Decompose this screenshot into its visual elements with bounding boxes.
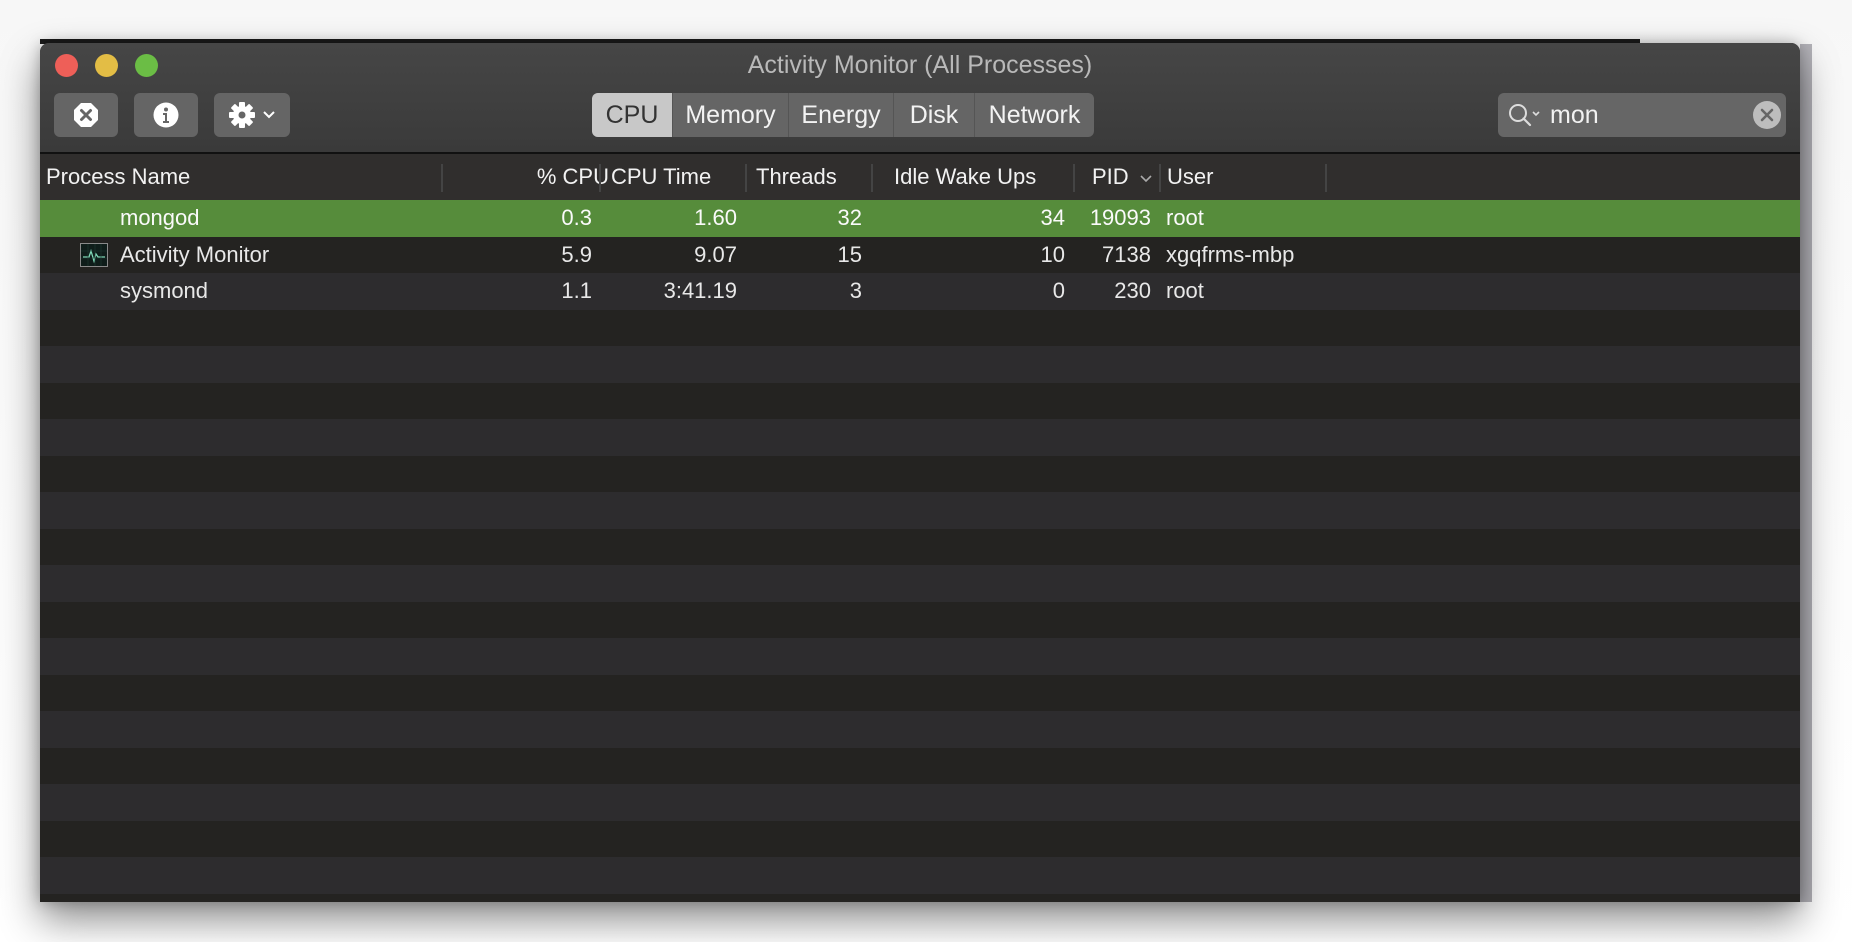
info-button[interactable] (134, 93, 198, 137)
table-row[interactable]: sysmond 1.1 3:41.19 3 0 230 root (40, 273, 1800, 310)
cell-user: root (1166, 205, 1204, 230)
column-divider[interactable] (1159, 164, 1161, 192)
column-divider[interactable] (599, 164, 601, 192)
toolbar: Activity Monitor (All Processes) CPU Mem… (40, 43, 1800, 154)
empty-row (40, 601, 1800, 638)
cell-cpu: 1.1 (561, 278, 592, 303)
empty-row (40, 528, 1800, 565)
cell-cpu: 5.9 (561, 241, 592, 267)
tab-cpu[interactable]: CPU (592, 93, 672, 137)
empty-row (40, 820, 1800, 857)
search-icon (1509, 104, 1540, 127)
empty-row (40, 893, 1800, 902)
cell-name: mongod (120, 205, 200, 230)
empty-row (40, 674, 1800, 711)
tab-network[interactable]: Network (974, 93, 1094, 137)
stop-process-button[interactable] (54, 93, 118, 137)
cell-idle-wake-ups: 10 (1040, 241, 1065, 267)
sort-descending-icon (1140, 175, 1152, 183)
table-row[interactable]: Activity Monitor 5.9 9.07 15 10 7138 xgqfrms-m… (40, 236, 1800, 273)
cell-cpu: 0.3 (561, 205, 592, 230)
column-header-user[interactable]: User (1167, 154, 1213, 200)
empty-row (40, 382, 1800, 419)
cell-name: sysmond (120, 278, 209, 303)
cell-cpu-time: 3:41.19 (663, 278, 737, 303)
column-divider[interactable] (745, 164, 747, 192)
tab-disk[interactable]: Disk (893, 93, 974, 137)
view-options-button[interactable] (214, 93, 290, 137)
cell-idle-wake-ups: 34 (1040, 205, 1065, 230)
empty-row (40, 565, 1800, 602)
background-window-edge (1800, 44, 1812, 902)
column-header-cpu-time[interactable]: CPU Time (611, 154, 711, 200)
cell-pid: 19093 (1089, 205, 1151, 230)
activity-monitor-window: Activity Monitor (All Processes) CPU Mem… (40, 43, 1800, 902)
tab-memory[interactable]: Memory (672, 93, 788, 137)
cell-cpu-time: 9.07 (694, 241, 737, 267)
gear-icon (229, 102, 255, 128)
table-header: Process Name % CPU CPU Time Threads Idle… (40, 154, 1800, 202)
search-field (1498, 93, 1786, 137)
column-header-process-name[interactable]: Process Name (46, 154, 190, 200)
cell-threads: 15 (837, 241, 862, 267)
view-tabs: CPU Memory Energy Disk Network (592, 93, 1094, 137)
activity-monitor-icon (80, 242, 108, 267)
close-icon (1760, 108, 1774, 122)
cell-threads: 3 (849, 278, 862, 303)
empty-row (40, 419, 1800, 456)
column-header-cpu[interactable]: % CPU (443, 154, 609, 200)
tab-energy[interactable]: Energy (788, 93, 893, 137)
empty-row (40, 309, 1800, 346)
column-divider[interactable] (1325, 164, 1327, 192)
empty-row (40, 492, 1800, 529)
table-row[interactable]: mongod 0.3 1.60 32 34 19093 root (40, 200, 1800, 237)
column-divider[interactable] (871, 164, 873, 192)
empty-row (40, 455, 1800, 492)
cell-threads: 32 (837, 205, 862, 230)
info-icon (153, 102, 179, 128)
search-input[interactable] (1550, 97, 1730, 133)
chevron-down-icon (263, 111, 275, 119)
empty-row (40, 747, 1800, 784)
empty-row (40, 346, 1800, 383)
column-divider[interactable] (1073, 164, 1075, 192)
column-header-pid-label: PID (1092, 164, 1129, 189)
empty-row (40, 784, 1800, 821)
process-table: mongod 0.3 1.60 32 34 19093 root Activity Monit… (40, 200, 1800, 902)
cell-pid: 7138 (1102, 241, 1151, 267)
cell-user: root (1166, 278, 1204, 303)
window-title: Activity Monitor (All Processes) (747, 51, 1093, 79)
cell-name: Activity Monitor (120, 241, 270, 267)
cell-cpu-time: 1.60 (694, 205, 737, 230)
stop-octagon-icon (74, 103, 98, 127)
cell-user: xgqfrms-mbp (1166, 241, 1295, 267)
clear-search-button[interactable] (1753, 101, 1781, 129)
empty-row (40, 638, 1800, 675)
column-header-idle-wake-ups[interactable]: Idle Wake Ups (894, 154, 1036, 200)
cell-idle-wake-ups: 0 (1052, 278, 1065, 303)
empty-row (40, 711, 1800, 748)
cell-pid: 230 (1114, 278, 1151, 303)
empty-row (40, 857, 1800, 894)
column-header-threads[interactable]: Threads (756, 154, 837, 200)
column-header-pid[interactable]: PID (1092, 154, 1153, 200)
